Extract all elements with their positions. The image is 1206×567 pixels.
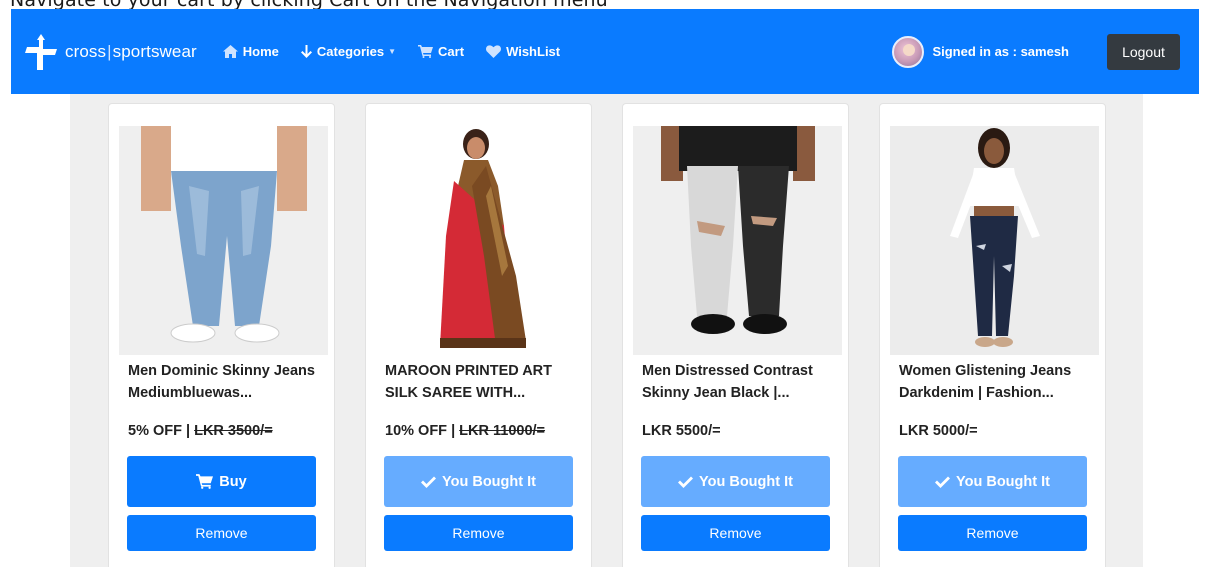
- bought-button[interactable]: You Bought It: [641, 456, 830, 507]
- logout-button[interactable]: Logout: [1107, 33, 1180, 70]
- product-image[interactable]: [119, 126, 328, 355]
- product-price: 10% OFF | LKR 11000/=: [385, 423, 546, 439]
- product-card: Women Glistening Jeans Darkdenim | Fashi…: [879, 103, 1106, 567]
- remove-button[interactable]: Remove: [384, 515, 573, 551]
- signed-in-label: Signed in as : samesh: [932, 44, 1069, 59]
- avatar[interactable]: [892, 35, 925, 68]
- arrow-down-icon: [300, 45, 312, 58]
- product-title[interactable]: Men Distressed Contrast Skinny Jean Blac…: [642, 360, 837, 404]
- nav-cart-label: Cart: [438, 44, 465, 59]
- nav-menu: Home Categories ▼ Cart WishList: [222, 44, 582, 59]
- cart-icon: [418, 45, 434, 58]
- nav-wishlist[interactable]: WishList: [486, 44, 560, 59]
- check-icon: [421, 476, 437, 488]
- product-image[interactable]: [890, 126, 1099, 355]
- check-icon: [678, 476, 694, 488]
- nav-home-label: Home: [242, 44, 279, 59]
- navbar: cross|sportswear Home Categories ▼ Cart …: [11, 9, 1199, 94]
- check-icon: [935, 476, 951, 488]
- bought-button[interactable]: You Bought It: [384, 456, 573, 507]
- heart-icon: [486, 45, 502, 58]
- remove-button[interactable]: Remove: [898, 515, 1087, 551]
- caret-down-icon: ▼: [388, 47, 397, 56]
- nav-wishlist-label: WishList: [506, 44, 561, 59]
- nav-categories[interactable]: Categories ▼: [300, 44, 397, 59]
- cart-icon: [196, 474, 214, 489]
- product-price: LKR 5000/=: [899, 423, 978, 439]
- remove-button[interactable]: Remove: [641, 515, 830, 551]
- cross-logo-icon: [25, 33, 57, 70]
- product-title[interactable]: MAROON PRINTED ART SILK SAREE WITH...: [385, 360, 580, 404]
- product-title[interactable]: Women Glistening Jeans Darkdenim | Fashi…: [899, 360, 1094, 404]
- product-card: Men Dominic Skinny Jeans Mediumbluewas..…: [108, 103, 335, 567]
- brand[interactable]: cross|sportswear: [25, 33, 197, 71]
- user-area: Signed in as : samesh Logout: [892, 33, 1180, 70]
- product-card: Men Distressed Contrast Skinny Jean Blac…: [622, 103, 849, 567]
- remove-button[interactable]: Remove: [127, 515, 316, 551]
- brand-name: cross|sportswear: [65, 41, 197, 61]
- nav-home[interactable]: Home: [222, 44, 279, 59]
- product-card: MAROON PRINTED ART SILK SAREE WITH... 10…: [365, 103, 592, 567]
- nav-categories-label: Categories: [316, 44, 385, 59]
- home-icon: [222, 45, 238, 58]
- product-image[interactable]: [633, 126, 842, 355]
- buy-button[interactable]: Buy: [127, 456, 316, 507]
- product-price: LKR 5500/=: [642, 423, 721, 439]
- product-price: 5% OFF | LKR 3500/=: [128, 423, 273, 439]
- bought-button[interactable]: You Bought It: [898, 456, 1087, 507]
- nav-cart[interactable]: Cart: [418, 44, 464, 59]
- product-title[interactable]: Men Dominic Skinny Jeans Mediumbluewas..…: [128, 360, 323, 404]
- product-image[interactable]: [376, 126, 585, 355]
